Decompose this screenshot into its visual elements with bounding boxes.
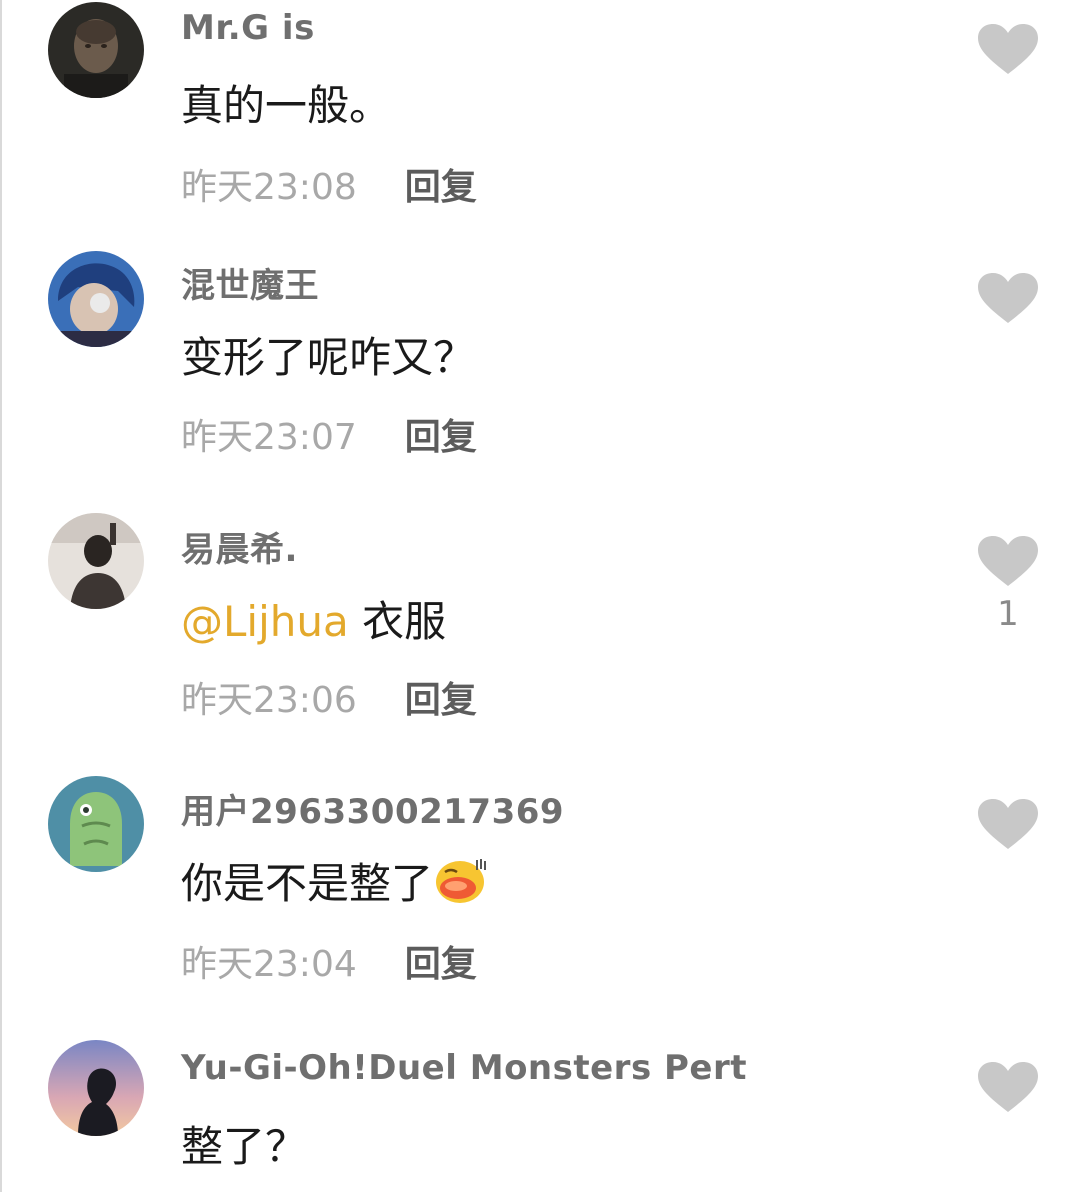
reply-button[interactable]: 回复 [405,408,477,460]
comment-text: 你是不是整了 [181,850,487,911]
like-count: 1 [997,594,1019,634]
heart-icon [978,24,1038,74]
comment-time: 昨天23:08 [181,167,357,208]
reply-button[interactable]: 回复 [405,935,477,987]
avatar[interactable] [48,251,144,347]
comment-time: 昨天23:07 [181,417,357,458]
comment-username[interactable]: Yu-Gi-Oh!Duel Monsters Pert [181,1048,747,1088]
reply-button[interactable]: 回复 [405,158,477,210]
comment-text: 变形了呢咋又？ [181,333,476,382]
like-button[interactable] [978,273,1038,325]
like-button[interactable] [978,536,1038,588]
heart-icon [978,1062,1038,1112]
comment-time: 昨天23:06 [181,680,357,721]
embarrassed-face-emoji [436,859,487,903]
comment-text-body: 衣服 [348,597,447,646]
mention-link[interactable]: @Lijhua [181,597,349,646]
heart-icon [978,799,1038,849]
avatar[interactable] [48,1040,144,1136]
comment-username[interactable]: 混世魔王 [181,258,319,307]
comment-username[interactable]: Mr.G is [181,8,315,48]
comment-text: @Lijhua 衣服 [181,588,446,649]
comment-meta: 昨天23:04 回复 [181,935,477,987]
comment-username[interactable]: 易晨希. [181,522,298,571]
reply-button[interactable]: 回复 [405,671,477,723]
comment-meta: 昨天23:06 回复 [181,671,477,723]
comment-text-body: 你是不是整了 [181,859,434,908]
like-button[interactable] [978,24,1038,76]
comment-meta: 昨天23:08 回复 [181,158,477,210]
comment-text: 真的一般。 [181,81,392,130]
comment-time: 昨天23:04 [181,944,357,985]
comment-meta: 昨天23:07 回复 [181,408,477,460]
like-button[interactable] [978,799,1038,851]
page-left-border [0,0,2,1192]
avatar[interactable] [48,2,144,98]
comment-text: 整了？ [181,1122,308,1171]
like-button[interactable] [978,1062,1038,1114]
avatar[interactable] [48,513,144,609]
heart-icon [978,536,1038,586]
avatar[interactable] [48,776,144,872]
heart-icon [978,273,1038,323]
comment-username[interactable]: 用户2963300217369 [181,784,564,833]
